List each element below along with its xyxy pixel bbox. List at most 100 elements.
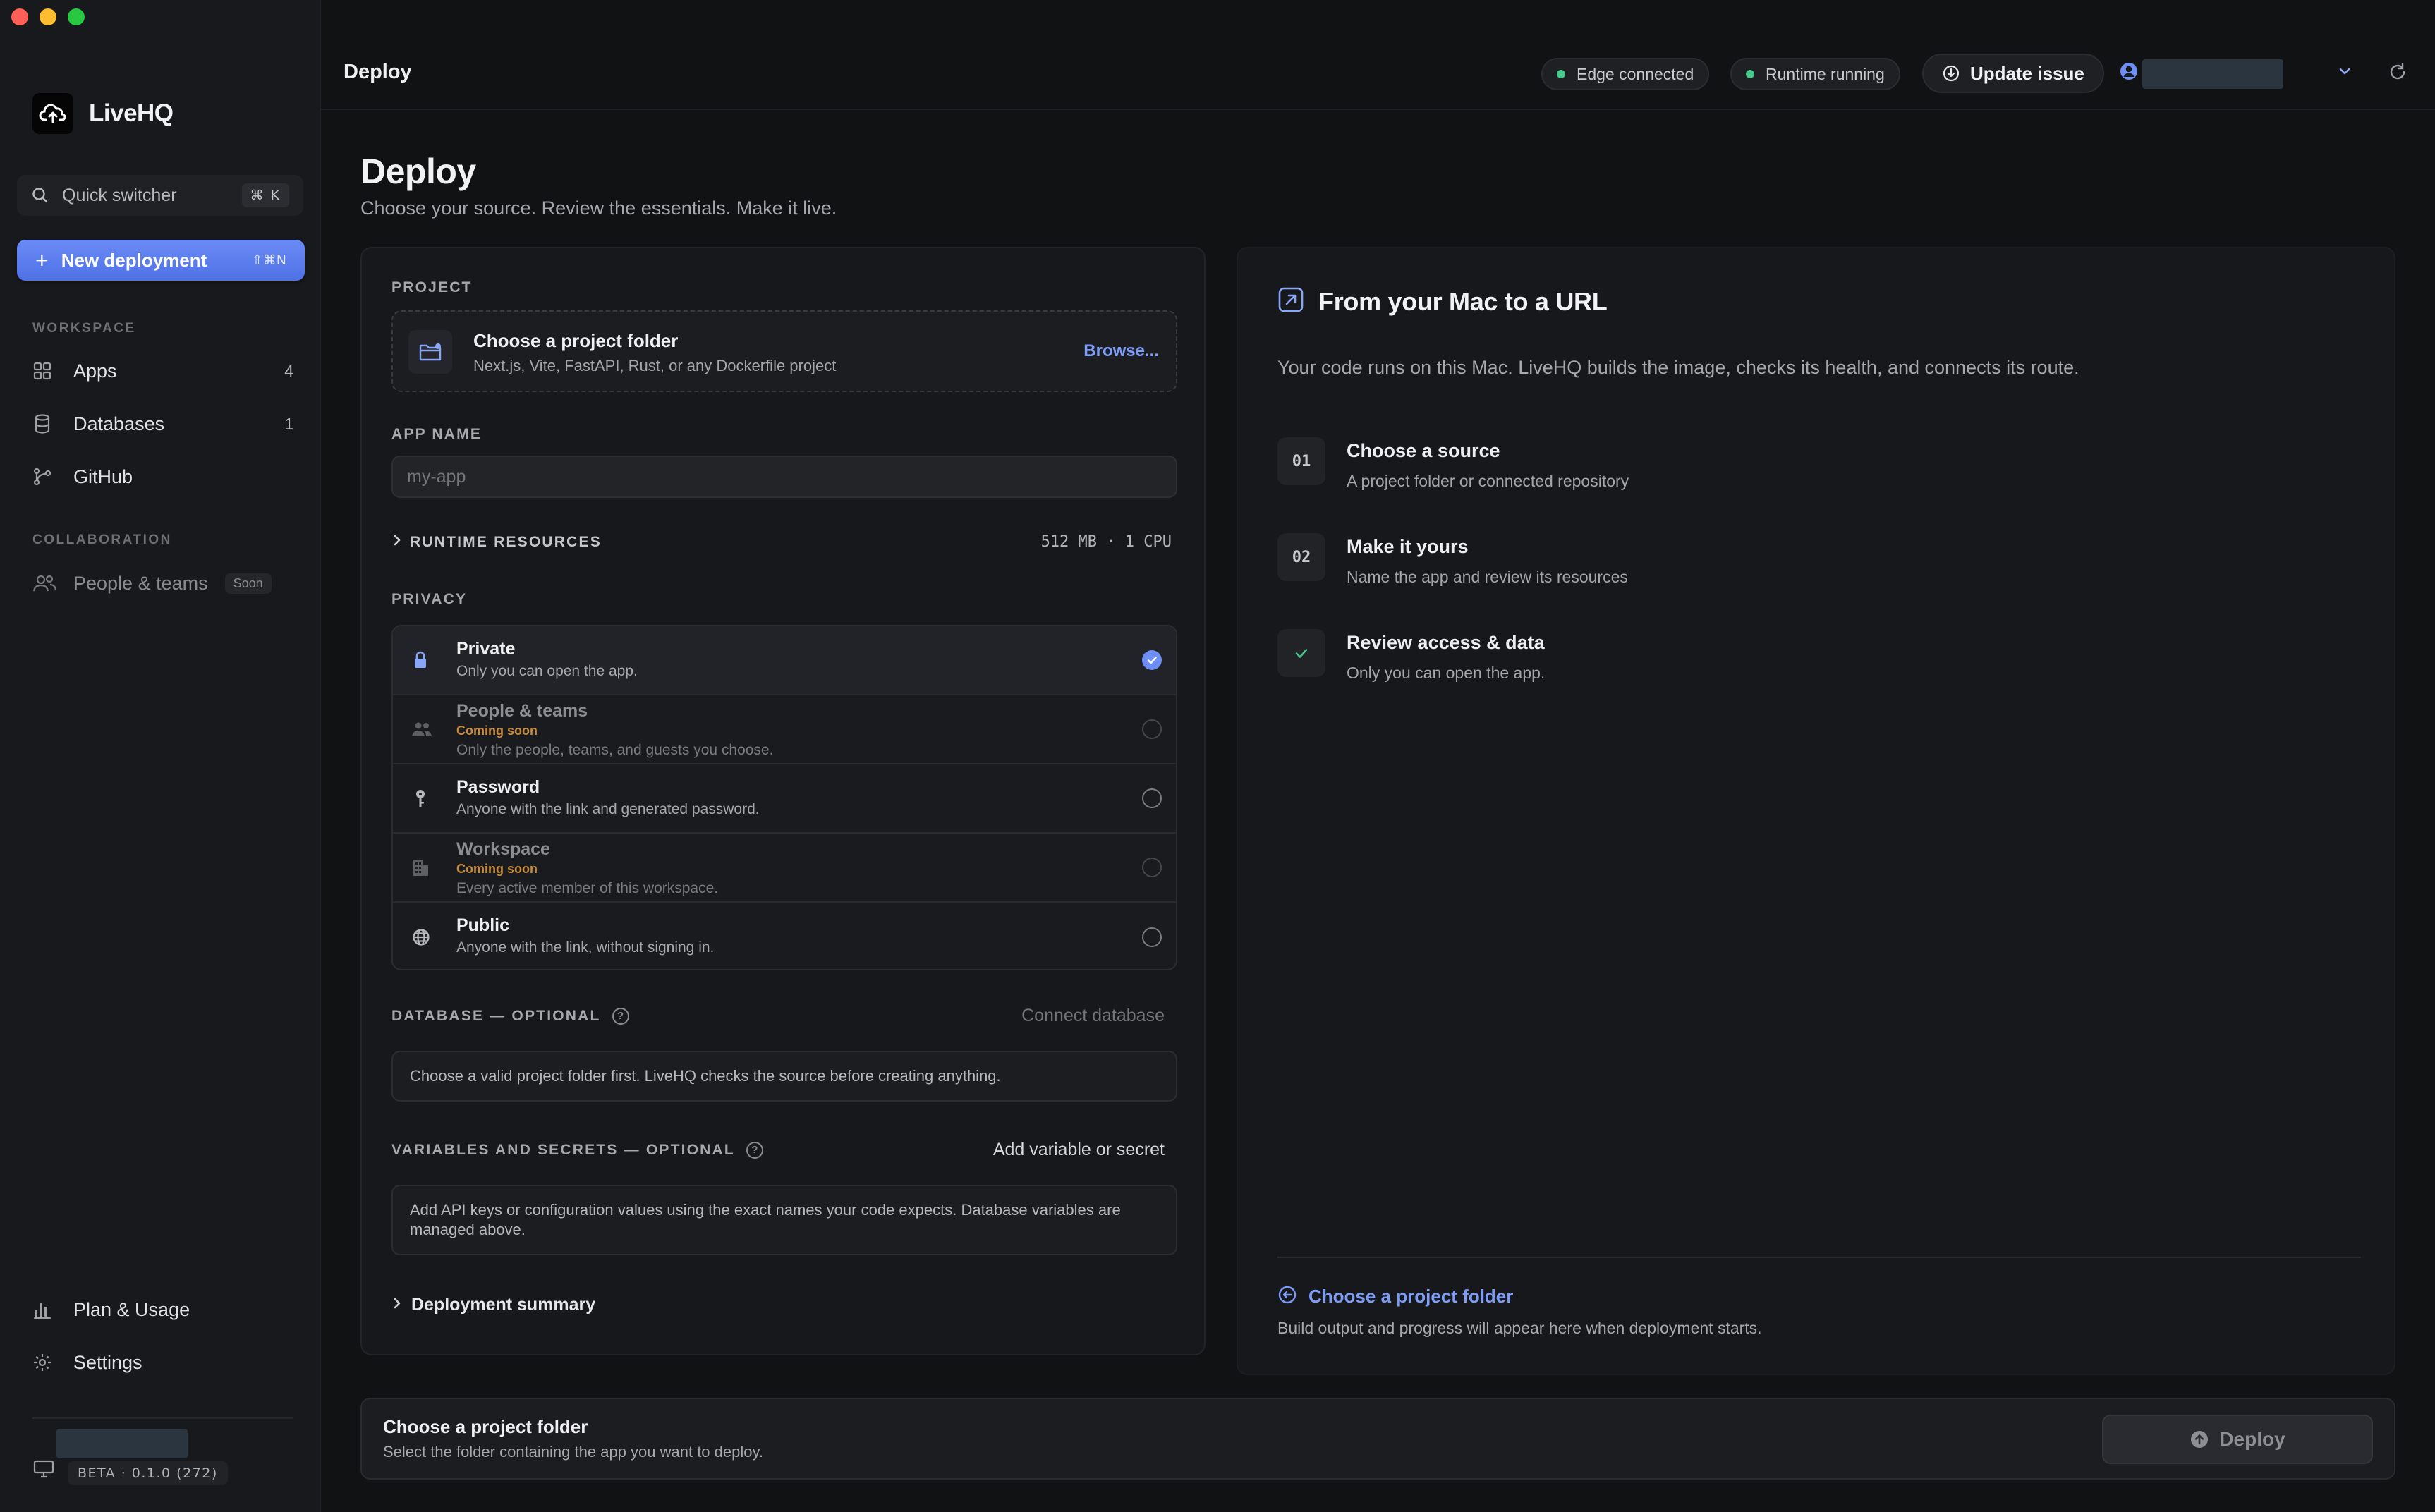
database-icon xyxy=(32,413,61,434)
sidebar-item-label: Plan & Usage xyxy=(73,1298,190,1320)
step-desc: Only you can open the app. xyxy=(1347,664,1546,682)
account-avatar-icon[interactable] xyxy=(2120,62,2138,80)
new-deployment-button[interactable]: + New deployment ⇧⌘N xyxy=(17,240,305,281)
radio-unselected[interactable] xyxy=(1142,788,1162,808)
deployment-summary-toggle[interactable]: Deployment summary xyxy=(391,1295,595,1315)
choose-folder-link-label: Choose a project folder xyxy=(1308,1286,1514,1307)
deployment-summary-label: Deployment summary xyxy=(411,1295,596,1315)
quick-switcher-label: Quick switcher xyxy=(62,185,177,205)
arrow-up-right-icon xyxy=(1277,286,1304,317)
top-bar-title: Deploy xyxy=(344,61,412,83)
runtime-resources-label: RUNTIME RESOURCES xyxy=(410,533,602,550)
privacy-option-private[interactable]: Private Only you can open the app. xyxy=(393,626,1176,695)
project-folder-picker[interactable]: Choose a project folder Next.js, Vite, F… xyxy=(391,310,1177,392)
browse-button[interactable]: Browse... xyxy=(1083,341,1159,361)
sidebar-item-settings[interactable]: Settings xyxy=(32,1344,293,1381)
variables-label: VARIABLES AND SECRETS — OPTIONAL xyxy=(391,1141,735,1158)
runtime-status-pill[interactable]: Runtime running xyxy=(1730,58,1900,90)
app-name-input[interactable] xyxy=(391,456,1177,498)
sidebar-item-label: Settings xyxy=(73,1351,142,1373)
step-make-it-yours: 02 Make it yours Name the app and review… xyxy=(1277,533,1628,587)
key-icon xyxy=(411,764,430,832)
sidebar-item-databases[interactable]: Databases 1 xyxy=(32,406,293,442)
sidebar-item-label: Databases xyxy=(73,413,165,434)
privacy-option-desc: Anyone with the link and generated passw… xyxy=(456,801,760,817)
gear-icon xyxy=(32,1353,61,1372)
info-footer-note: Build output and progress will appear he… xyxy=(1277,1319,1762,1337)
step-title: Review access & data xyxy=(1347,632,1545,653)
app-name: LiveHQ xyxy=(89,99,174,127)
lock-icon xyxy=(411,626,430,694)
redacted-account-name xyxy=(2142,59,2283,89)
livehq-logo-icon xyxy=(32,93,73,134)
page-subtitle: Choose your source. Review the essential… xyxy=(360,197,837,219)
chevron-right-icon xyxy=(391,1296,403,1314)
edge-status-label: Edge connected xyxy=(1577,64,1694,83)
help-icon[interactable]: ? xyxy=(612,1007,629,1025)
step-choose-source: 01 Choose a source A project folder or c… xyxy=(1277,437,1629,491)
brand: LiveHQ xyxy=(32,93,174,134)
privacy-option-desc: Anyone with the link, without signing in… xyxy=(456,939,715,956)
runtime-resources-value: 512 MB · 1 CPU xyxy=(1040,533,1172,551)
coming-soon-label: Coming soon xyxy=(456,724,538,738)
step-title: Choose a source xyxy=(1347,440,1500,461)
privacy-option-title: People & teams xyxy=(456,701,588,721)
privacy-option-workspace: Workspace Coming soon Every active membe… xyxy=(393,834,1176,903)
privacy-option-desc: Only the people, teams, and guests you c… xyxy=(456,742,774,758)
info-divider xyxy=(1277,1257,2361,1258)
privacy-option-desc: Every active member of this workspace. xyxy=(456,880,719,896)
info-panel: From your Mac to a URL Your code runs on… xyxy=(1237,247,2395,1375)
project-label: PROJECT xyxy=(391,279,473,295)
radio-unselected[interactable] xyxy=(1142,927,1162,947)
minimize-window-button[interactable] xyxy=(40,8,56,25)
folder-add-icon xyxy=(408,330,452,374)
privacy-option-public[interactable]: Public Anyone with the link, without sig… xyxy=(393,903,1176,969)
update-issue-button[interactable]: Update issue xyxy=(1922,54,2104,93)
plus-icon: + xyxy=(35,247,49,273)
app-name-label: APP NAME xyxy=(391,426,482,442)
zoom-window-button[interactable] xyxy=(68,8,85,25)
page-title: Deploy xyxy=(360,152,476,191)
coming-soon-label: Coming soon xyxy=(456,862,538,876)
upload-circle-icon xyxy=(2190,1429,2209,1449)
sidebar-item-label: People & teams xyxy=(73,572,208,594)
add-variable-button[interactable]: Add variable or secret xyxy=(993,1140,1165,1160)
connect-database-button[interactable]: Connect database xyxy=(1021,1006,1165,1026)
bottom-bar-subtitle: Select the folder containing the app you… xyxy=(383,1443,763,1461)
sidebar-item-github[interactable]: GitHub xyxy=(32,458,293,495)
refresh-icon[interactable] xyxy=(2388,62,2407,82)
choose-folder-link[interactable]: Choose a project folder xyxy=(1277,1285,1513,1308)
privacy-option-password[interactable]: Password Anyone with the link and genera… xyxy=(393,764,1176,834)
chevron-right-icon xyxy=(391,533,403,551)
help-icon[interactable]: ? xyxy=(746,1141,763,1159)
computer-icon xyxy=(32,1459,55,1482)
radio-selected[interactable] xyxy=(1142,650,1162,670)
step-desc: Name the app and review its resources xyxy=(1347,568,1628,586)
deploy-button-label: Deploy xyxy=(2219,1428,2285,1450)
runtime-resources-toggle[interactable]: RUNTIME RESOURCES 512 MB · 1 CPU xyxy=(391,533,1177,551)
people-icon xyxy=(32,573,61,593)
chevron-down-icon[interactable] xyxy=(2337,63,2352,79)
redacted-user-name xyxy=(56,1429,188,1458)
version-badge: BETA · 0.1.0 (272) xyxy=(68,1461,228,1485)
new-deployment-shortcut: ⇧⌘N xyxy=(251,252,286,268)
sidebar-item-plan-usage[interactable]: Plan & Usage xyxy=(32,1291,293,1328)
close-window-button[interactable] xyxy=(11,8,28,25)
deploy-button[interactable]: Deploy xyxy=(2102,1415,2373,1464)
app-window: LiveHQ Quick switcher ⌘ K + New deployme… xyxy=(0,0,2435,1512)
step-review-access: Review access & data Only you can open t… xyxy=(1277,629,1545,683)
apps-grid-icon xyxy=(32,361,61,381)
info-header: From your Mac to a URL xyxy=(1277,286,1608,317)
new-deployment-label: New deployment xyxy=(61,249,207,271)
step-number: 02 xyxy=(1277,533,1325,581)
quick-switcher[interactable]: Quick switcher ⌘ K xyxy=(17,175,303,216)
status-dot xyxy=(1746,70,1754,78)
privacy-option-people-teams: People & teams Coming soon Only the peop… xyxy=(393,695,1176,764)
soon-badge: Soon xyxy=(224,573,272,594)
version-row: BETA · 0.1.0 (272) xyxy=(32,1456,228,1485)
bottom-action-bar: Choose a project folder Select the folde… xyxy=(360,1398,2395,1480)
sidebar-item-apps[interactable]: Apps 4 xyxy=(32,353,293,389)
privacy-option-title: Private xyxy=(456,639,516,659)
edge-status-pill[interactable]: Edge connected xyxy=(1541,58,1710,90)
sidebar-item-people-teams[interactable]: People & teams Soon xyxy=(32,565,293,602)
